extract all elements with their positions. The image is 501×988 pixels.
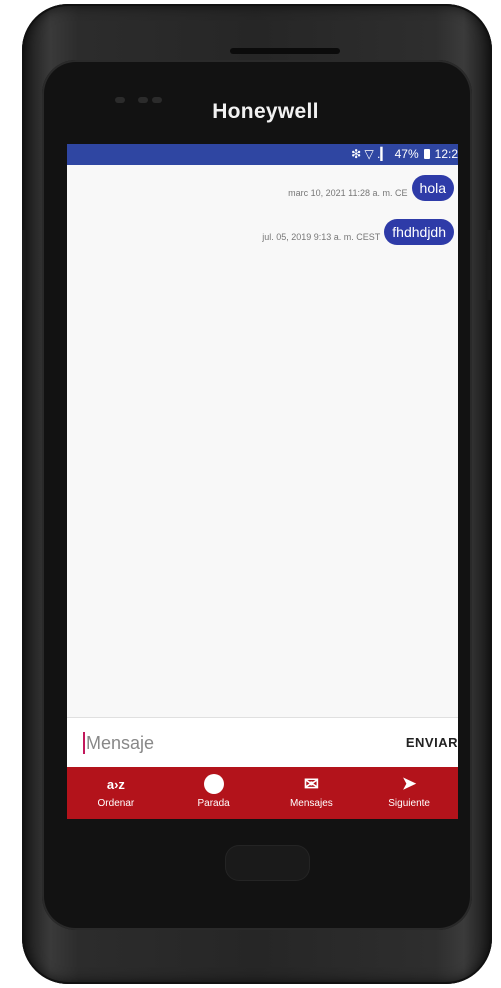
a-z-sort-icon: a›z [106,776,125,792]
nav-label: Siguiente [388,798,430,809]
side-button [22,230,26,300]
nav-label: Mensajes [289,798,333,809]
message-timestamp: marc 10, 2021 11:28 a. m. CE [288,188,408,198]
message-timestamp: jul. 05, 2019 9:13 a. m. CEST [262,232,381,242]
message-composer: ENVIAR [67,717,458,768]
home-button[interactable] [225,845,310,881]
send-arrow-icon: ➤ [402,774,417,793]
send-button[interactable]: ENVIAR [406,735,458,750]
nav-label: Ordenar [97,798,135,809]
earpiece-speaker [230,48,340,54]
nav-mensajes[interactable]: ✉ Mensajes [271,767,351,810]
message-row: jul. 05, 2019 9:13 a. m. CEST fhdhdjdh [262,219,454,245]
text-cursor [83,732,85,754]
side-button [486,230,491,300]
message-row: marc 10, 2021 11:28 a. m. CE hola [288,175,454,201]
battery-icon [423,149,430,159]
message-bubble[interactable]: hola [411,175,454,201]
clock: 12:2 [434,147,458,161]
device-brand-logo: Honeywell [212,100,319,123]
signal-icons: ❇ ▽ .▎ [351,147,390,161]
message-bubble[interactable]: fhdhdjdh [384,219,454,245]
nav-label: Parada [197,798,230,809]
status-bar: ❇ ▽ .▎ 47% 12:2 [67,144,458,165]
battery-percent: 47% [394,147,419,161]
message-input[interactable] [86,731,376,755]
bottom-navigation: a›z Ordenar Parada ✉ Mensajes ➤ Siguient… [67,767,458,819]
nav-siguiente[interactable]: ➤ Siguiente [369,767,449,809]
nav-parada[interactable]: Parada [174,767,254,809]
message-list: marc 10, 2021 11:28 a. m. CE hola jul. 0… [67,165,458,717]
app-screen: ❇ ▽ .▎ 47% 12:2 marc 10, 2021 11:28 a. m… [67,144,458,819]
stop-circle-icon [203,774,224,794]
nav-ordenar[interactable]: a›z Ordenar [76,767,156,810]
envelope-icon: ✉ [303,773,319,794]
